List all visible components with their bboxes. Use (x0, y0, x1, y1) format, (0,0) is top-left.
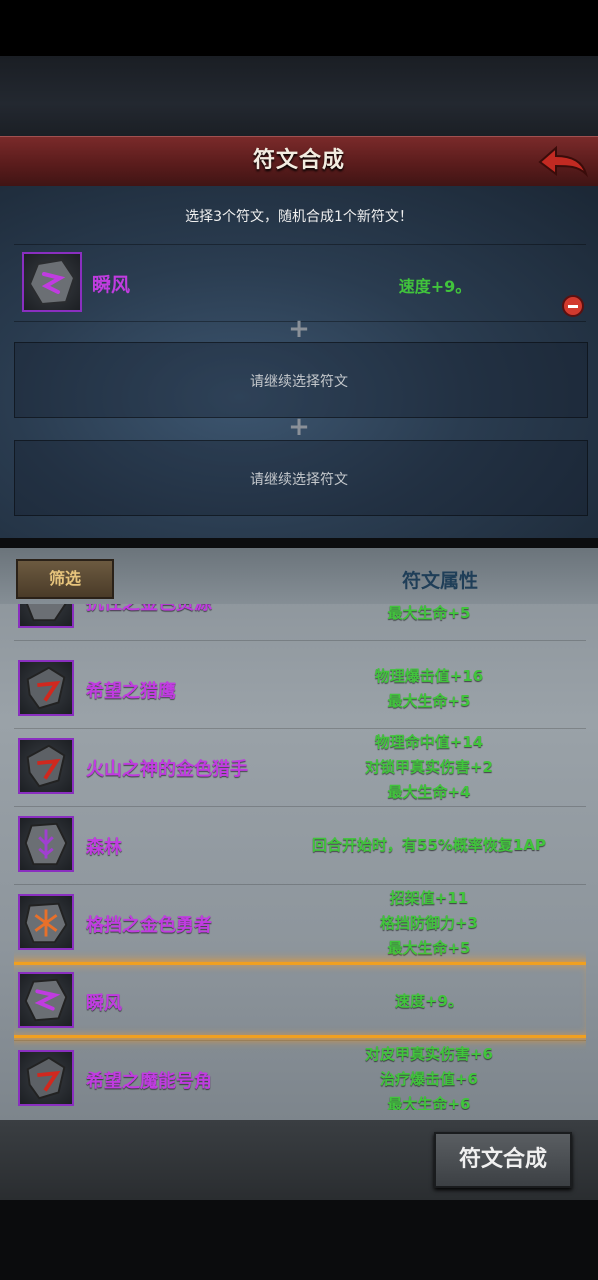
wind-rune-icon (18, 972, 74, 1028)
rune-row[interactable]: 瞬风 速度+9。 (14, 962, 586, 1041)
page-title: 符文合成 (252, 148, 345, 173)
empty-slot-text: 请继续选择符文 (250, 472, 348, 488)
rune-row[interactable]: 火山之神的金色猎手 物理命中值+14 对锁甲真实伤害+2 最大生命+4 (14, 728, 586, 807)
shield-rune-icon (18, 604, 74, 628)
rune-icon (22, 252, 82, 312)
instruction-text: 选择3个符文，随机合成1个新符文！ (185, 209, 413, 225)
slot-rune-attribute: 速度+9。 (398, 277, 472, 296)
arrow-rune-icon (18, 1050, 74, 1106)
rune-attribute: 最大生命+5 (387, 604, 471, 622)
status-bar (0, 0, 598, 56)
column-title: 符文属性 (401, 570, 478, 592)
rune-list[interactable]: 抗性之金色资源 法术防御力+6最大生命+5 希望之猎鹰 物理爆击值+16 最大生命+5 火… (14, 604, 586, 1110)
rune-attribute: 物理命中值+14 (374, 732, 484, 751)
rune-attributes: 回合开始时，有55%概率恢复1AP (264, 833, 586, 858)
rune-attribute: 最大生命+5 (387, 938, 471, 957)
rune-attributes: 招架值+11 格挡防御力+3 最大生命+5 (264, 886, 586, 961)
rune-name: 抗性之金色资源 (86, 604, 212, 615)
rune-attribute: 最大生命+4 (387, 782, 471, 801)
rune-attribute: 对皮甲真实伤害+6 (364, 1044, 493, 1063)
rune-attributes: 速度+9。 (264, 989, 586, 1014)
rune-attributes: 物理爆击值+16 最大生命+5 (264, 664, 586, 714)
rune-row[interactable]: 森林 回合开始时，有55%概率恢复1AP (14, 806, 586, 885)
rune-name: 希望之猎鹰 (86, 681, 176, 702)
rune-attribute: 对锁甲真实伤害+2 (364, 757, 493, 776)
rune-attributes: 法术防御力+6最大生命+5 (264, 604, 586, 626)
rune-name: 格挡之金色勇者 (86, 915, 212, 936)
leaf-rune-icon (18, 816, 74, 872)
rune-row[interactable]: 希望之猎鹰 物理爆击值+16 最大生命+5 (14, 650, 586, 729)
rune-attribute: 物理爆击值+16 (374, 667, 484, 685)
rune-attribute: 速度+9。 (394, 991, 463, 1010)
wind-rune-icon (28, 258, 76, 306)
rune-row[interactable]: 格挡之金色勇者 招架值+11 格挡防御力+3 最大生命+5 (14, 884, 586, 963)
rune-attribute: 格挡防御力+3 (379, 913, 478, 932)
slot-rune-name: 瞬风 (92, 274, 131, 296)
plus-icon: + (288, 412, 310, 442)
rune-attribute: 治疗爆击值+6 (379, 1069, 478, 1088)
rune-name: 希望之魔能号角 (86, 1071, 212, 1092)
rune-attribute: 最大生命+6 (387, 1094, 471, 1111)
arrow-rune-icon (18, 738, 74, 794)
star-rune-icon (18, 894, 74, 950)
rune-attribute: 回合开始时，有55%概率恢复1AP (312, 835, 546, 854)
rune-name: 火山之神的金色猎手 (86, 759, 248, 780)
plus-icon: + (288, 314, 310, 344)
rune-attribute: 招架值+11 (389, 888, 469, 907)
rune-row[interactable]: 希望之魔能号角 对皮甲真实伤害+6 治疗爆击值+6 最大生命+6 (14, 1040, 586, 1110)
arrow-rune-icon (18, 660, 74, 716)
navigation-area (0, 1200, 598, 1280)
rune-attributes: 对皮甲真实伤害+6 治疗爆击值+6 最大生命+6 (264, 1042, 586, 1111)
filter-button[interactable]: 筛选 (16, 559, 114, 599)
rune-name: 森林 (86, 837, 122, 858)
rune-attribute: 最大生命+5 (387, 692, 471, 710)
empty-slot-text: 请继续选择符文 (250, 374, 348, 390)
rune-name: 瞬风 (86, 993, 122, 1014)
back-arrow-icon (538, 145, 589, 178)
backdrop (0, 56, 598, 136)
rune-attributes: 物理命中值+14 对锁甲真实伤害+2 最大生命+4 (264, 730, 586, 805)
synthesize-button[interactable]: 符文合成 (434, 1132, 572, 1188)
rune-row[interactable]: 抗性之金色资源 法术防御力+6最大生命+5 (14, 604, 586, 641)
back-button[interactable] (536, 142, 589, 182)
